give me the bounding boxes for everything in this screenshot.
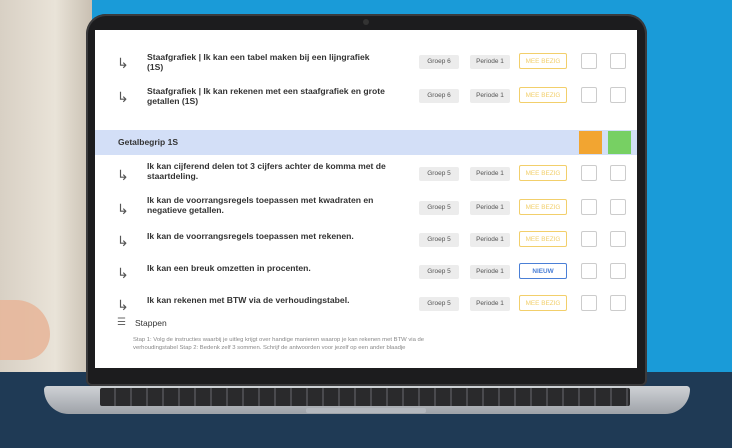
keyboard bbox=[100, 388, 630, 406]
groep-chip: Groep 5 bbox=[419, 233, 459, 247]
periode-chip: Periode 1 bbox=[470, 167, 510, 181]
list-item[interactable]: ↳ Staafgrafiek | Ik kan rekenen met een … bbox=[95, 82, 637, 116]
row-text: Ik kan rekenen met BTW via de verhouding… bbox=[147, 295, 350, 305]
row-text: Ik kan de voorrangsregels toepassen met … bbox=[147, 195, 374, 215]
periode-chip: Periode 1 bbox=[470, 297, 510, 311]
checkbox-green[interactable] bbox=[610, 263, 626, 279]
row-text: Staafgrafiek | Ik kan rekenen met een st… bbox=[147, 86, 385, 106]
groep-chip: Groep 5 bbox=[419, 297, 459, 311]
groep-chip: Groep 5 bbox=[419, 265, 459, 279]
section-title: Getalbegrip 1S bbox=[118, 137, 178, 147]
trackpad bbox=[306, 408, 426, 413]
checkbox-orange[interactable] bbox=[581, 295, 597, 311]
periode-chip: Periode 1 bbox=[470, 89, 510, 103]
orange-filter-square[interactable] bbox=[579, 131, 602, 154]
status-badge[interactable]: MEE BEZIG bbox=[519, 87, 567, 103]
checkbox-green[interactable] bbox=[610, 53, 626, 69]
list-item[interactable]: ↳ Staafgrafiek | Ik kan een tabel maken … bbox=[95, 48, 637, 82]
sub-arrow-icon: ↳ bbox=[117, 167, 129, 183]
sub-arrow-icon: ↳ bbox=[117, 233, 129, 249]
sub-arrow-icon: ↳ bbox=[117, 265, 129, 281]
sub-arrow-icon: ↳ bbox=[117, 89, 129, 105]
green-filter-square[interactable] bbox=[608, 131, 631, 154]
checkbox-green[interactable] bbox=[610, 165, 626, 181]
periode-chip: Periode 1 bbox=[470, 55, 510, 69]
checkbox-orange[interactable] bbox=[581, 53, 597, 69]
checkbox-green[interactable] bbox=[610, 199, 626, 215]
checkbox-green[interactable] bbox=[610, 231, 626, 247]
status-badge[interactable]: MEE BEZIG bbox=[519, 231, 567, 247]
section-header[interactable]: Getalbegrip 1S bbox=[95, 130, 637, 155]
checkbox-green[interactable] bbox=[610, 295, 626, 311]
list-item[interactable]: ↳ Ik kan cijferend delen tot 3 cijfers a… bbox=[95, 160, 637, 194]
steps-title[interactable]: Stappen bbox=[135, 318, 167, 328]
laptop-screen: ↳ Staafgrafiek | Ik kan een tabel maken … bbox=[95, 30, 637, 368]
steps-text: Stap 1: Volg de instructies waarbij je u… bbox=[133, 337, 425, 351]
checkbox-orange[interactable] bbox=[581, 165, 597, 181]
sub-arrow-icon: ↳ bbox=[117, 201, 129, 217]
checkbox-orange[interactable] bbox=[581, 199, 597, 215]
list-item[interactable]: ↳ Ik kan een breuk omzetten in procenten… bbox=[95, 258, 637, 292]
groep-chip: Groep 5 bbox=[419, 201, 459, 215]
status-badge[interactable]: MEE BEZIG bbox=[519, 199, 567, 215]
status-badge[interactable]: MEE BEZIG bbox=[519, 53, 567, 69]
periode-chip: Periode 1 bbox=[470, 265, 510, 279]
webcam bbox=[363, 19, 369, 25]
status-badge[interactable]: MEE BEZIG bbox=[519, 165, 567, 181]
list-item[interactable]: ↳ Ik kan de voorrangsregels toepassen me… bbox=[95, 226, 637, 260]
periode-chip: Periode 1 bbox=[470, 201, 510, 215]
row-text: Staafgrafiek | Ik kan een tabel maken bi… bbox=[147, 52, 370, 72]
sub-arrow-icon: ↳ bbox=[117, 55, 129, 71]
checkbox-orange[interactable] bbox=[581, 263, 597, 279]
groep-chip: Groep 5 bbox=[419, 167, 459, 181]
row-text: Ik kan een breuk omzetten in procenten. bbox=[147, 263, 311, 273]
list-item[interactable]: ↳ Ik kan de voorrangsregels toepassen me… bbox=[95, 194, 637, 228]
list-item[interactable]: ↳ Ik kan rekenen met BTW via de verhoudi… bbox=[95, 290, 637, 324]
checkbox-orange[interactable] bbox=[581, 231, 597, 247]
row-text: Ik kan de voorrangsregels toepassen met … bbox=[147, 231, 354, 241]
groep-chip: Groep 6 bbox=[419, 55, 459, 69]
checkbox-orange[interactable] bbox=[581, 87, 597, 103]
status-badge[interactable]: NIEUW bbox=[519, 263, 567, 279]
sub-arrow-icon: ↳ bbox=[117, 297, 129, 313]
list-icon: ☰ bbox=[117, 317, 126, 328]
groep-chip: Groep 6 bbox=[419, 89, 459, 103]
periode-chip: Periode 1 bbox=[470, 233, 510, 247]
status-badge[interactable]: MEE BEZIG bbox=[519, 295, 567, 311]
row-text: Ik kan cijferend delen tot 3 cijfers ach… bbox=[147, 161, 386, 181]
checkbox-green[interactable] bbox=[610, 87, 626, 103]
